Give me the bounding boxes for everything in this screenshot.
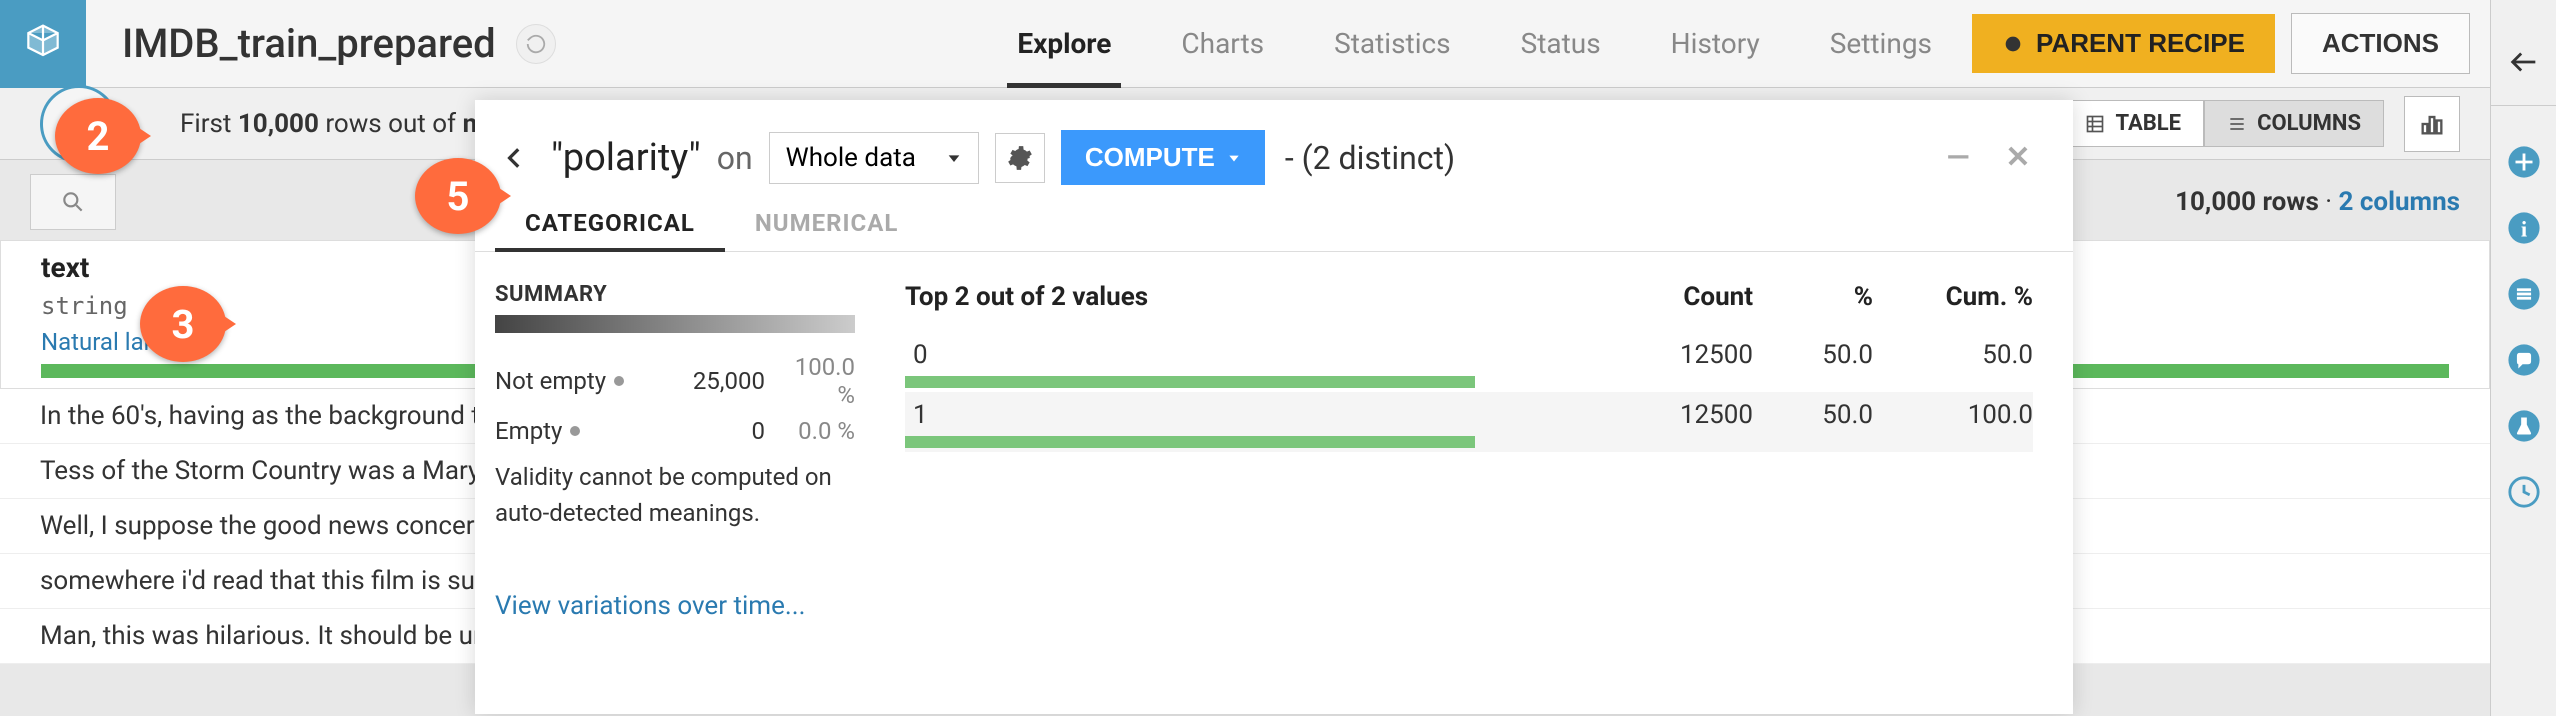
value-cum: 50.0 (1873, 340, 2033, 370)
value-pct: 50.0 (1753, 400, 1873, 430)
summary-not-empty: Not empty 25,000 100.0 % (495, 353, 855, 409)
caret-down-icon (946, 150, 962, 166)
row-column-count: 10,000 rows · 2 columns (2175, 187, 2460, 217)
dot-icon (614, 376, 624, 386)
values-header: Top 2 out of 2 values Count % Cum. % (905, 282, 2033, 312)
value-count: 12500 (1613, 340, 1753, 370)
tab-statistics[interactable]: Statistics (1334, 0, 1451, 88)
gear-icon (1007, 145, 1033, 171)
analyzed-column-name: "polarity" (551, 136, 701, 180)
back-button[interactable] (495, 138, 535, 178)
recipe-icon (2002, 33, 2024, 55)
analysis-tabs: CATEGORICAL NUMERICAL (475, 195, 2073, 252)
quick-chart-button[interactable] (2404, 96, 2460, 152)
add-button[interactable] (2504, 142, 2544, 182)
search-input[interactable] (30, 174, 116, 230)
close-button[interactable]: ✕ (2003, 143, 2033, 173)
main-header: IMDB_train_prepared Explore Charts Stati… (0, 0, 2490, 88)
value-label: 0 (905, 340, 1613, 370)
parent-recipe-label: PARENT RECIPE (2036, 28, 2245, 59)
columns-count-link[interactable]: 2 columns (2339, 187, 2461, 217)
summary-title: SUMMARY (495, 282, 855, 307)
lab-button[interactable] (2504, 406, 2544, 446)
distinct-count: - (2 distinct) (1285, 139, 1455, 177)
right-sidebar: i (2490, 0, 2556, 716)
value-row: 0 12500 50.0 50.0 (905, 332, 2033, 392)
values-panel: Top 2 out of 2 values Count % Cum. % 0 1… (905, 282, 2033, 621)
tab-settings[interactable]: Settings (1830, 0, 1932, 88)
logo-icon[interactable] (0, 0, 86, 88)
list-button[interactable] (2504, 274, 2544, 314)
variations-link[interactable]: View variations over time... (495, 591, 855, 621)
columns-view-label: COLUMNS (2257, 111, 2361, 136)
tab-charts[interactable]: Charts (1181, 0, 1264, 88)
value-cum: 100.0 (1873, 400, 2033, 430)
view-toggle: TABLE COLUMNS (2062, 100, 2384, 147)
table-icon (2085, 114, 2105, 134)
collapse-sidebar-button[interactable] (2491, 18, 2556, 106)
on-label: on (717, 139, 753, 177)
callout-badge-2: 2 (55, 98, 141, 174)
validity-note: Validity cannot be computed on auto-dete… (495, 459, 855, 531)
summary-empty: Empty 0 0.0 % (495, 417, 855, 445)
callout-badge-3: 3 (140, 286, 226, 362)
compute-label: COMPUTE (1085, 142, 1215, 173)
tab-status[interactable]: Status (1521, 0, 1601, 88)
dataset-title: IMDB_train_prepared (122, 20, 496, 67)
flask-icon (2507, 409, 2541, 443)
scope-select[interactable]: Whole data (769, 132, 979, 184)
table-view-button[interactable]: TABLE (2062, 100, 2204, 147)
panel-header: "polarity" on Whole data COMPUTE - (2 di… (475, 100, 2073, 195)
plus-circle-icon (2507, 145, 2541, 179)
arrow-left-icon (2507, 45, 2541, 79)
chevron-left-icon (502, 145, 528, 171)
clock-icon (2507, 475, 2541, 509)
list-circle-icon (2507, 277, 2541, 311)
columns-view-button[interactable]: COLUMNS (2204, 100, 2384, 147)
history-button[interactable] (2504, 472, 2544, 512)
tab-history[interactable]: History (1671, 0, 1760, 88)
summary-gradient-bar (495, 315, 855, 333)
tab-explore[interactable]: Explore (1017, 0, 1111, 88)
value-count: 12500 (1613, 400, 1753, 430)
analysis-body: SUMMARY Not empty 25,000 100.0 % Empty 0… (475, 252, 2073, 621)
rows-sample-text: First 10,000 rows out of not (180, 109, 501, 139)
chat-icon (2507, 343, 2541, 377)
info-button[interactable]: i (2504, 208, 2544, 248)
parent-recipe-button[interactable]: PARENT RECIPE (1972, 14, 2275, 73)
settings-button[interactable] (995, 133, 1045, 183)
value-row: 1 12500 50.0 100.0 (905, 392, 2033, 452)
search-icon (60, 189, 86, 215)
actions-button[interactable]: ACTIONS (2291, 13, 2470, 74)
tab-numerical[interactable]: NUMERICAL (725, 195, 928, 251)
value-bar (905, 376, 1475, 388)
dot-icon (570, 426, 580, 436)
summary-panel: SUMMARY Not empty 25,000 100.0 % Empty 0… (495, 282, 855, 621)
nav-tabs: Explore Charts Statistics Status History… (1017, 0, 1932, 88)
value-bar (905, 436, 1475, 448)
refresh-button[interactable] (516, 24, 556, 64)
svg-text:i: i (2520, 217, 2526, 242)
value-pct: 50.0 (1753, 340, 1873, 370)
minimize-button[interactable]: — (1943, 143, 1973, 173)
discuss-button[interactable] (2504, 340, 2544, 380)
column-analysis-panel: "polarity" on Whole data COMPUTE - (2 di… (475, 100, 2073, 714)
compute-button[interactable]: COMPUTE (1061, 130, 1265, 185)
value-label: 1 (905, 400, 1613, 430)
callout-badge-5: 5 (415, 158, 501, 234)
info-icon: i (2507, 211, 2541, 245)
table-view-label: TABLE (2115, 111, 2181, 136)
bar-chart-icon (2418, 110, 2446, 138)
scope-value: Whole data (786, 143, 916, 173)
list-icon (2227, 114, 2247, 134)
caret-down-icon (1227, 151, 1241, 165)
